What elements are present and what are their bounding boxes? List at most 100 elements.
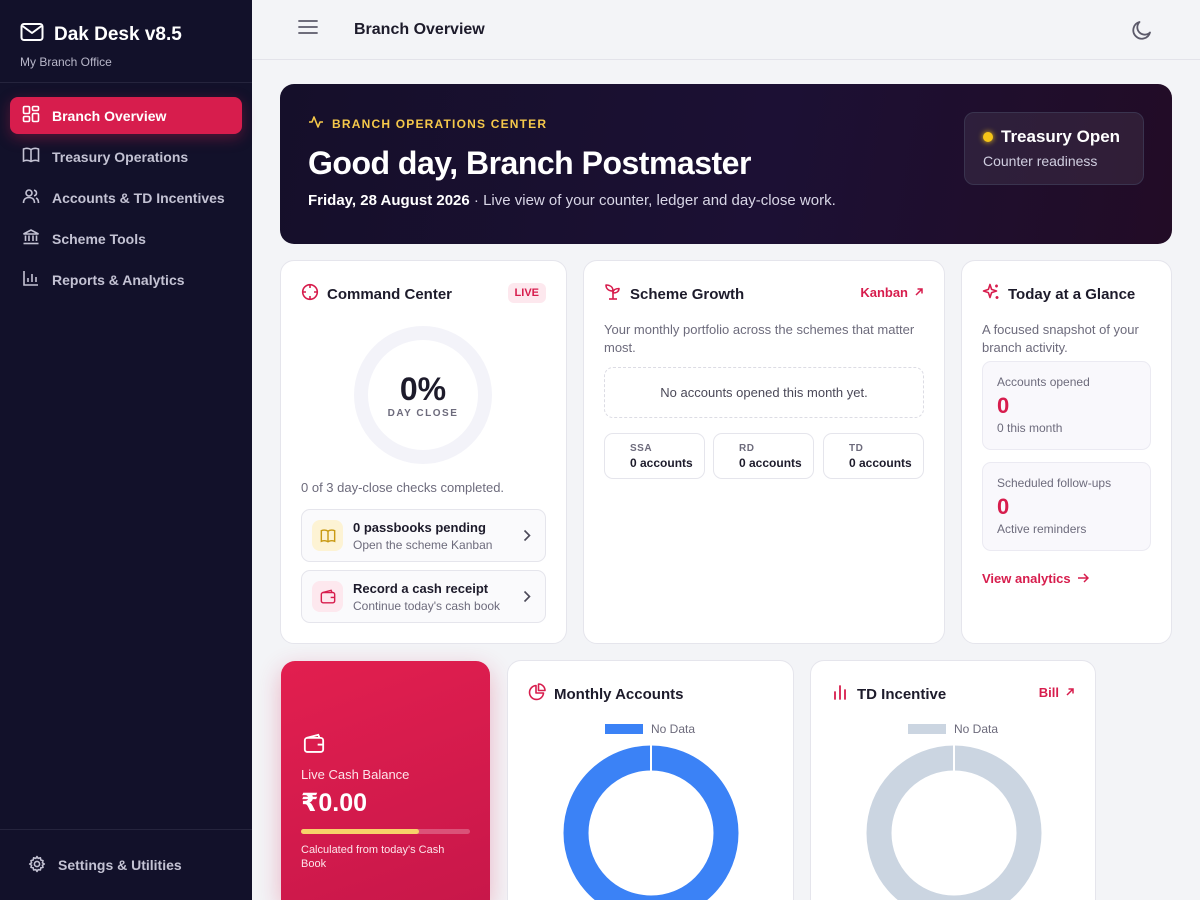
stat-accounts-opened: Accounts opened 0 0 this month — [982, 361, 1151, 450]
sidebar-item-scheme-tools[interactable]: Scheme Tools — [10, 220, 242, 257]
stat-label: Accounts opened — [997, 375, 1090, 389]
kanban-link[interactable]: Kanban — [860, 285, 924, 300]
sidebar-item-label: Treasury Operations — [52, 148, 189, 165]
monthly-accounts-donut — [563, 745, 739, 900]
card-description: Your monthly portfolio across the scheme… — [604, 322, 915, 355]
cash-progress-fill — [301, 829, 420, 834]
theme-toggle-button[interactable] — [1130, 18, 1154, 47]
record-cash-receipt-action[interactable]: Record a cash receipt Continue today's c… — [301, 570, 546, 623]
scheme-pill-ssa[interactable]: SSA 0 accounts — [604, 433, 705, 479]
book-icon — [22, 146, 40, 167]
stat-sub: 0 this month — [997, 421, 1063, 435]
chevron-right-icon — [523, 590, 531, 608]
passbooks-pending-action[interactable]: 0 passbooks pending Open the scheme Kanb… — [301, 509, 546, 562]
scheme-name: RD — [739, 443, 755, 454]
brand: Dak Desk v8.5 My Branch Office — [0, 0, 252, 83]
td-incentive-card: TD Incentive Bill No Data — [810, 660, 1096, 900]
dashboard-icon — [22, 105, 40, 126]
cash-note: Calculated from today's Cash Book — [301, 844, 445, 870]
sidebar-item-treasury-operations[interactable]: Treasury Operations — [10, 138, 242, 175]
page-title: Branch Overview — [354, 20, 485, 38]
brand-title: Dak Desk v8.5 — [54, 23, 182, 45]
treasury-status-card: Treasury Open Counter readiness — [964, 112, 1144, 185]
monthly-accounts-card: Monthly Accounts No Data — [507, 660, 794, 900]
sidebar-nav: Branch Overview Treasury Operations Acco… — [0, 83, 252, 316]
live-cash-balance-card[interactable]: Live Cash Balance ₹0.00 Calculated from … — [281, 661, 490, 900]
scheme-pill-rd[interactable]: RD 0 accounts — [713, 433, 814, 479]
wallet-icon — [303, 733, 325, 760]
view-analytics-link[interactable]: View analytics — [982, 571, 1089, 586]
legend-swatch — [908, 724, 946, 734]
cash-value: ₹0.00 — [301, 789, 368, 817]
card-title: Command Center — [327, 285, 453, 303]
treasury-status-title: Treasury Open — [1001, 127, 1121, 146]
sidebar-item-label: Branch Overview — [52, 107, 167, 124]
action-title: 0 passbooks pending — [353, 519, 486, 535]
sparkle-icon — [982, 283, 1000, 305]
scheme-name: SSA — [630, 443, 653, 454]
legend-label: No Data — [651, 722, 696, 736]
bill-link[interactable]: Bill — [1039, 685, 1075, 700]
card-title: Monthly Accounts — [554, 685, 684, 703]
legend-label: No Data — [954, 722, 999, 736]
arrow-up-right-icon — [1065, 685, 1075, 700]
command-center-card: Command Center LIVE 0% DAY CLOSE 0 of 3 … — [280, 260, 567, 644]
chevron-right-icon — [523, 529, 531, 547]
hero-banner: BRANCH OPERATIONS CENTER Good day, Branc… — [280, 84, 1172, 244]
scheme-name: TD — [849, 443, 864, 454]
cash-progress-bar — [301, 829, 470, 834]
sidebar-item-label: Scheme Tools — [52, 230, 146, 247]
settings-utilities-link[interactable]: Settings & Utilities — [0, 829, 252, 900]
topbar: Branch Overview — [252, 0, 1200, 60]
scheme-pill-td[interactable]: TD 0 accounts — [823, 433, 924, 479]
chart-legend: No Data — [605, 722, 695, 736]
pulse-icon — [308, 114, 324, 133]
action-title: Record a cash receipt — [353, 580, 489, 596]
day-close-percent: 0% — [399, 371, 447, 407]
menu-toggle-button[interactable] — [298, 20, 320, 40]
sidebar-item-label: Accounts & TD Incentives — [52, 189, 225, 206]
day-close-label: DAY CLOSE — [387, 408, 459, 419]
card-description: A focused snapshot of your branch activi… — [982, 322, 1139, 355]
hero-kicker-text: BRANCH OPERATIONS CENTER — [332, 116, 548, 131]
arrow-up-right-icon — [914, 285, 924, 300]
td-incentive-donut — [866, 745, 1042, 900]
card-title: TD Incentive — [857, 685, 947, 703]
live-badge: LIVE — [507, 283, 546, 303]
sidebar-item-reports[interactable]: Reports & Analytics — [10, 261, 242, 298]
scheme-value: 0 accounts — [849, 456, 912, 470]
legend-swatch — [605, 724, 643, 734]
wallet-icon — [312, 581, 343, 612]
stat-label: Scheduled follow-ups — [997, 476, 1112, 490]
scheme-growth-card: Scheme Growth Kanban Your monthly portfo… — [583, 260, 945, 644]
sidebar-item-branch-overview[interactable]: Branch Overview — [10, 97, 242, 134]
sidebar: Dak Desk v8.5 My Branch Office Branch Ov… — [0, 0, 252, 900]
view-analytics-label: View analytics — [982, 571, 1071, 586]
settings-label: Settings & Utilities — [58, 857, 182, 873]
empty-state: No accounts opened this month yet. — [604, 367, 924, 418]
gear-icon — [28, 855, 46, 876]
book-icon — [312, 520, 343, 551]
scheme-value: 0 accounts — [739, 456, 802, 470]
stat-scheduled-followups: Scheduled follow-ups 0 Active reminders — [982, 462, 1151, 551]
sidebar-item-label: Reports & Analytics — [52, 271, 185, 288]
status-dot — [983, 132, 993, 142]
sidebar-item-accounts-td[interactable]: Accounts & TD Incentives — [10, 179, 242, 216]
kanban-link-label: Kanban — [860, 285, 908, 300]
card-title: Scheme Growth — [630, 285, 745, 303]
bar-chart-icon — [22, 269, 40, 290]
moon-icon — [1130, 21, 1154, 46]
today-at-a-glance-card: Today at a Glance A focused snapshot of … — [961, 260, 1172, 644]
stat-sub: Active reminders — [997, 522, 1087, 536]
chart-legend: No Data — [908, 722, 998, 736]
hero-subtitle: Friday, 28 August 2026 · Live view of yo… — [308, 192, 1144, 209]
mail-icon — [20, 22, 44, 47]
action-subtitle: Open the scheme Kanban — [353, 537, 493, 552]
pie-chart-icon — [528, 683, 546, 705]
arrow-right-icon — [1077, 571, 1089, 586]
users-icon — [22, 187, 40, 208]
brand-subtitle: My Branch Office — [20, 55, 112, 69]
hero-date: Friday, 28 August 2026 — [308, 192, 470, 209]
target-icon — [301, 283, 319, 305]
hamburger-icon — [298, 19, 318, 40]
